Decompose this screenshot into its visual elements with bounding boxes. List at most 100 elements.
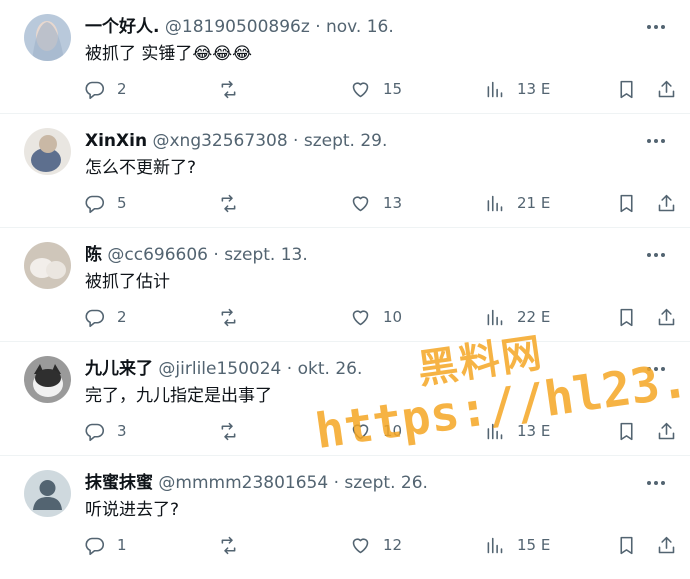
share-button[interactable] [656, 532, 677, 558]
bookmark-icon [620, 308, 633, 326]
views-button[interactable]: 22 E [484, 304, 550, 330]
views-icon [487, 309, 503, 325]
retweet-button[interactable] [218, 532, 251, 558]
bookmark-button[interactable] [616, 76, 637, 102]
author-handle[interactable]: @mmmm23801654 [158, 473, 328, 493]
reply-button[interactable]: 2 [84, 304, 127, 330]
retweet-button[interactable] [218, 76, 251, 102]
avatar[interactable] [24, 356, 71, 403]
bookmark-button[interactable] [616, 304, 637, 330]
bookmark-icon [620, 536, 633, 554]
tweet-actions: 5 13 21 E [84, 190, 675, 216]
share-icon [658, 536, 675, 553]
author-name[interactable]: 抹蜜抹蜜 [85, 473, 153, 493]
tweet[interactable]: 陈 @cc696606 · szept. 13. 被抓了估计 2 10 22 E [0, 228, 690, 342]
views-count: 21 E [517, 194, 551, 212]
heart-icon [352, 81, 369, 97]
share-button[interactable] [656, 76, 677, 102]
views-button[interactable]: 15 E [484, 532, 550, 558]
bookmark-button[interactable] [616, 418, 637, 444]
tweet-date[interactable]: nov. 16. [326, 17, 394, 37]
reply-button[interactable]: 3 [84, 418, 127, 444]
author-name[interactable]: 一个好人. [85, 17, 159, 37]
separator: · [293, 131, 299, 151]
more-icon[interactable] [644, 358, 668, 380]
more-icon[interactable] [644, 130, 668, 152]
tweet-date[interactable]: szept. 26. [344, 473, 428, 493]
views-button[interactable]: 13 E [484, 418, 550, 444]
share-icon [658, 80, 675, 97]
views-button[interactable]: 21 E [484, 190, 550, 216]
author-handle[interactable]: @xng32567308 [152, 131, 287, 151]
retweet-button[interactable] [218, 304, 251, 330]
reply-count: 2 [117, 308, 127, 326]
like-count: 13 [383, 194, 403, 212]
views-count: 13 E [517, 80, 551, 98]
like-button[interactable]: 12 [350, 532, 402, 558]
tweet-date[interactable]: okt. 26. [298, 359, 363, 379]
author-handle[interactable]: @jirlile150024 [158, 359, 281, 379]
reply-button[interactable]: 1 [84, 532, 127, 558]
author-name[interactable]: XinXin [85, 131, 147, 151]
tweet-header: 抹蜜抹蜜 @mmmm23801654 · szept. 26. [85, 472, 630, 494]
bookmark-button[interactable] [616, 532, 637, 558]
views-icon [487, 423, 503, 439]
heart-icon [352, 537, 369, 553]
tweet-actions: 2 15 13 E [84, 76, 675, 102]
like-count: 15 [383, 80, 403, 98]
author-name[interactable]: 九儿来了 [85, 359, 153, 379]
retweet-icon [221, 80, 236, 98]
author-name[interactable]: 陈 [85, 245, 102, 265]
avatar[interactable] [24, 242, 71, 289]
tweet[interactable]: 抹蜜抹蜜 @mmmm23801654 · szept. 26. 听说进去了? 1… [0, 456, 690, 570]
retweet-button[interactable] [218, 190, 251, 216]
retweet-button[interactable] [218, 418, 251, 444]
share-icon [658, 308, 675, 325]
avatar[interactable] [24, 128, 71, 175]
author-handle[interactable]: @18190500896z [165, 17, 310, 37]
reply-button[interactable]: 5 [84, 190, 127, 216]
reply-icon [85, 537, 105, 555]
views-count: 13 E [517, 422, 551, 440]
reply-button[interactable]: 2 [84, 76, 127, 102]
retweet-icon [221, 422, 236, 440]
bookmark-button[interactable] [616, 190, 637, 216]
like-button[interactable]: 10 [350, 418, 402, 444]
more-icon[interactable] [644, 244, 668, 266]
views-icon [487, 195, 503, 211]
reply-count: 1 [117, 536, 127, 554]
tweet[interactable]: 一个好人. @18190500896z · nov. 16. 被抓了 实锤了😂😂… [0, 0, 690, 114]
reply-icon [85, 81, 105, 99]
reply-count: 5 [117, 194, 127, 212]
retweet-icon [221, 194, 236, 212]
views-button[interactable]: 13 E [484, 76, 550, 102]
views-count: 15 E [517, 536, 551, 554]
tweet-date[interactable]: szept. 13. [224, 245, 308, 265]
share-button[interactable] [656, 304, 677, 330]
like-button[interactable]: 13 [350, 190, 402, 216]
author-handle[interactable]: @cc696606 [107, 245, 208, 265]
bookmark-icon [620, 422, 633, 440]
tweet-actions: 2 10 22 E [84, 304, 675, 330]
separator: · [333, 473, 339, 493]
heart-icon [352, 195, 369, 211]
tweet-text: 被抓了估计 [85, 272, 170, 292]
like-count: 12 [383, 536, 403, 554]
tweet-header: XinXin @xng32567308 · szept. 29. [85, 130, 630, 152]
separator: · [286, 359, 293, 379]
share-button[interactable] [656, 190, 677, 216]
tweet-text: 完了，九儿指定是出事了 [85, 386, 272, 406]
tweet[interactable]: 九儿来了 @jirlile150024 · okt. 26. 完了，九儿指定是出… [0, 342, 690, 456]
share-button[interactable] [656, 418, 677, 444]
like-button[interactable]: 15 [350, 76, 402, 102]
reply-icon [85, 309, 105, 327]
avatar[interactable] [24, 470, 71, 517]
avatar[interactable] [24, 14, 71, 61]
like-button[interactable]: 10 [350, 304, 402, 330]
tweet-header: 九儿来了 @jirlile150024 · okt. 26. [85, 358, 630, 380]
more-icon[interactable] [644, 16, 668, 38]
separator: · [315, 17, 321, 37]
tweet-date[interactable]: szept. 29. [304, 131, 388, 151]
tweet[interactable]: XinXin @xng32567308 · szept. 29. 怎么不更新了?… [0, 114, 690, 228]
more-icon[interactable] [644, 472, 668, 494]
